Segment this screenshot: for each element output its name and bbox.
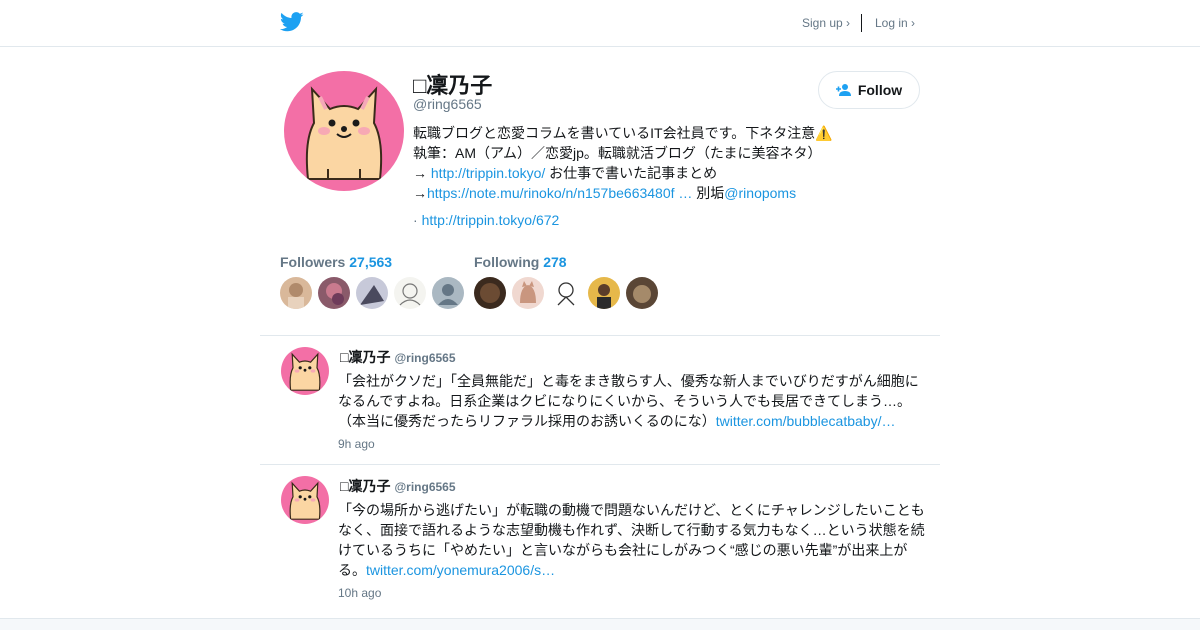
- signup-link[interactable]: Sign up ›: [802, 16, 850, 30]
- pomeranian-avatar-image: [281, 347, 329, 395]
- pomeranian-avatar-image: [284, 71, 404, 191]
- nav-separator: [861, 14, 862, 32]
- tweet-item[interactable]: □凜乃子 @ring6565 「会社がクソだ」「全員無能だ」と毒をまき散らす人、優…: [260, 347, 940, 463]
- twitter-bird-icon[interactable]: [280, 11, 304, 33]
- following-stat[interactable]: Following 278: [474, 254, 567, 270]
- follower-avatar-default[interactable]: [432, 277, 464, 309]
- tweet-link[interactable]: twitter.com/yonemura2006/s…: [366, 562, 555, 578]
- tweet-header: □凜乃子 @ring6565: [340, 476, 456, 496]
- follower-avatar[interactable]: [394, 277, 426, 309]
- following-avatar-list: [474, 277, 658, 309]
- tweet-avatar[interactable]: [281, 476, 329, 524]
- profile-bio: 転職ブログと恋愛コラムを書いているIT会社員です。下ネタ注意⚠️執筆：AM（アム…: [413, 123, 833, 203]
- follow-label: Follow: [857, 82, 903, 98]
- follower-avatar[interactable]: [318, 277, 350, 309]
- login-link[interactable]: Log in ›: [875, 16, 915, 30]
- tweet-avatar[interactable]: [281, 347, 329, 395]
- followers-count: 27,563: [349, 254, 393, 270]
- following-avatar[interactable]: [588, 277, 620, 309]
- tweet-timestamp[interactable]: 10h ago: [338, 586, 381, 600]
- bio-text-1: 転職ブログと恋愛コラムを書いているIT会社員です。下ネタ注意: [413, 125, 816, 141]
- followers-avatar-list: [280, 277, 464, 309]
- followers-stat[interactable]: Followers 27,563: [280, 254, 392, 270]
- following-count: 278: [543, 254, 567, 270]
- pomeranian-avatar-image: [281, 476, 329, 524]
- following-avatar[interactable]: [626, 277, 658, 309]
- following-avatar[interactable]: [550, 277, 582, 309]
- tweet-divider: [260, 464, 940, 465]
- profile-avatar[interactable]: [284, 71, 404, 191]
- bio-text-4: 別垢: [692, 185, 725, 201]
- tweet-author-handle[interactable]: @ring6565: [394, 351, 455, 365]
- warning-emoji-icon: ⚠️: [815, 125, 833, 141]
- tweet-item[interactable]: □凜乃子 @ring6565 「今の場所から逃げたい」が転職の動機で問題ないんだけ…: [260, 476, 940, 612]
- tweet-author-name[interactable]: □凜乃子: [340, 478, 390, 494]
- followers-label: Followers: [280, 254, 346, 270]
- tweet-text: 「会社がクソだ」「全員無能だ」と毒をまき散らす人、優秀な新人までいびりだすがん細…: [338, 371, 930, 431]
- section-divider: [260, 335, 940, 336]
- following-label: Following: [474, 254, 540, 270]
- bio-link-trippin[interactable]: http://trippin.tokyo/: [431, 165, 545, 181]
- url-bullet: ·: [413, 212, 422, 228]
- top-bar: Sign up › Log in ›: [0, 0, 1200, 47]
- bio-link-note[interactable]: https://note.mu/rinoko/n/n157be663480f …: [427, 185, 692, 201]
- following-avatar[interactable]: [512, 277, 544, 309]
- bio-mention[interactable]: @rinopoms: [724, 185, 796, 201]
- tweet-author-name[interactable]: □凜乃子: [340, 349, 390, 365]
- add-user-icon: [835, 84, 851, 96]
- tweet-timestamp[interactable]: 9h ago: [338, 437, 375, 451]
- profile-url-row: · http://trippin.tokyo/672: [413, 212, 559, 228]
- follow-button[interactable]: Follow: [818, 71, 920, 109]
- follower-avatar[interactable]: [280, 277, 312, 309]
- footer-strip: [0, 618, 1200, 630]
- profile-url-link[interactable]: http://trippin.tokyo/672: [422, 212, 560, 228]
- tweet-header: □凜乃子 @ring6565: [340, 347, 456, 367]
- tweet-author-handle[interactable]: @ring6565: [394, 480, 455, 494]
- tweet-link[interactable]: twitter.com/bubblecatbaby/…: [716, 413, 896, 429]
- profile-handle: @ring6565: [413, 96, 482, 112]
- follower-avatar[interactable]: [356, 277, 388, 309]
- tweet-text: 「今の場所から逃げたい」が転職の動機で問題ないんだけど、とくにチャレンジしたいこ…: [338, 500, 930, 580]
- following-avatar[interactable]: [474, 277, 506, 309]
